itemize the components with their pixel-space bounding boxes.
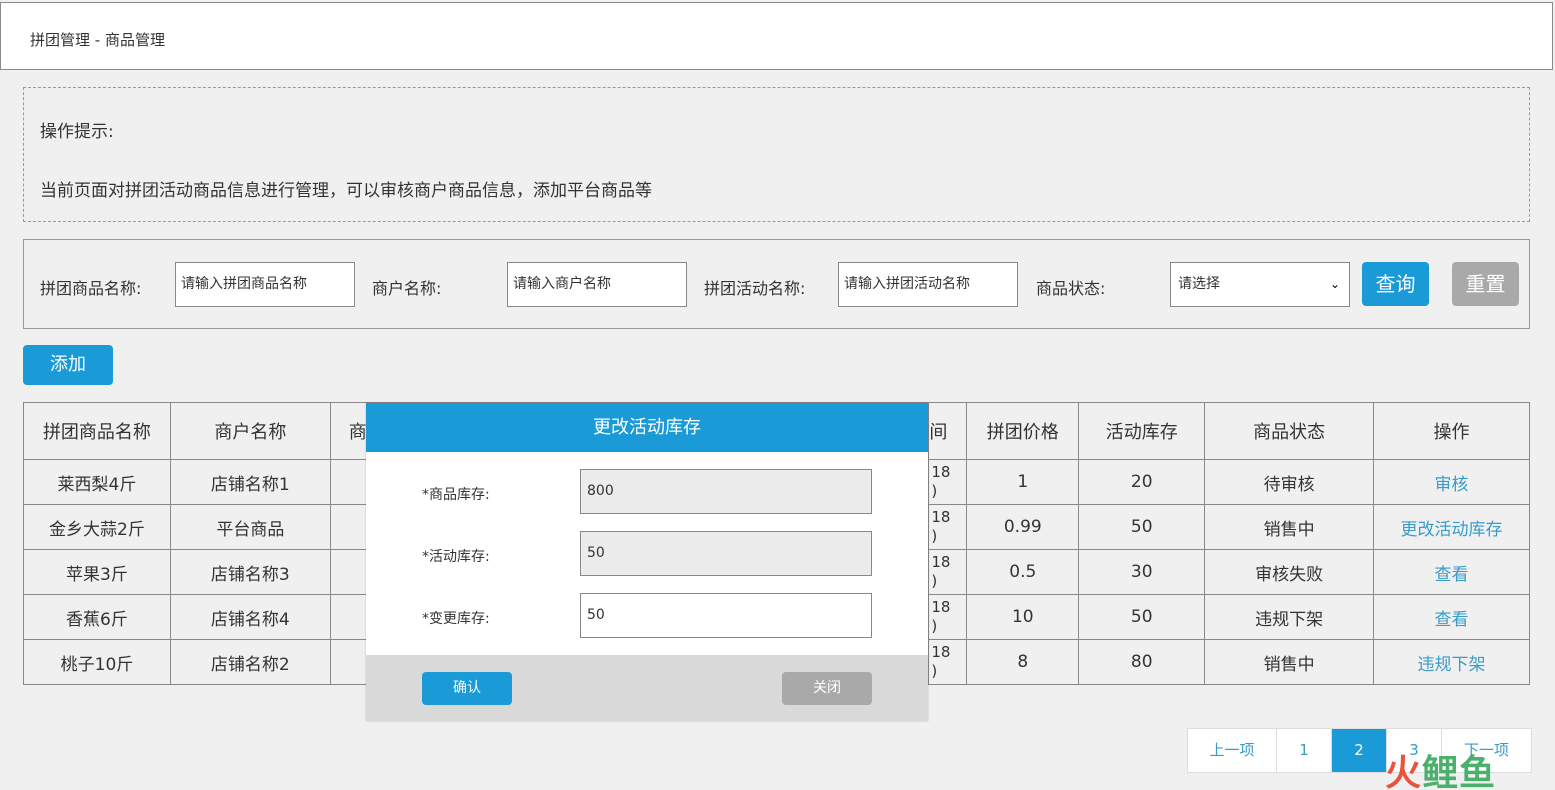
dialog-footer: 确认 关闭: [366, 655, 928, 721]
cell-merchant: 店铺名称2: [169, 639, 331, 685]
col-merchant-name: 商户名称: [169, 402, 331, 460]
page-button-2[interactable]: 2: [1332, 729, 1387, 772]
cell-goods-name: 香蕉6斤: [23, 594, 171, 640]
col-price: 拼团价格: [966, 402, 1080, 460]
col-goods-name: 拼团商品名称: [23, 402, 171, 460]
change-stock-input[interactable]: 50: [580, 593, 872, 638]
goods-name-input[interactable]: 请输入拼团商品名称: [175, 262, 355, 307]
top-header: 拼团管理 - 商品管理: [0, 2, 1553, 70]
cell-status: 违规下架: [1204, 594, 1375, 640]
cell-price: 0.99: [966, 504, 1080, 550]
reset-button[interactable]: 重置: [1452, 262, 1519, 306]
close-button[interactable]: 关闭: [782, 672, 872, 705]
tips-title: 操作提示:: [40, 122, 114, 142]
cell-time: 18 ): [928, 639, 968, 685]
cell-stock: 30: [1078, 549, 1206, 595]
cell-goods-name: 桃子10斤: [23, 639, 171, 685]
status-select[interactable]: 请选择 ⌄: [1170, 262, 1350, 307]
cell-goods-name: 金乡大蒜2斤: [23, 504, 171, 550]
cell-merchant: 店铺名称1: [169, 459, 331, 505]
col-actions: 操作: [1373, 402, 1530, 460]
col-stock: 活动库存: [1078, 402, 1206, 460]
col-time: 间: [928, 402, 968, 460]
activity-name-label: 拼团活动名称:: [704, 279, 806, 298]
goods-stock-label: *商品库存:: [422, 487, 490, 503]
col-status: 商品状态: [1204, 402, 1375, 460]
status-label: 商品状态:: [1036, 279, 1106, 298]
confirm-button[interactable]: 确认: [422, 672, 512, 705]
merchant-name-input[interactable]: 请输入商户名称: [507, 262, 687, 307]
cell-merchant: 店铺名称4: [169, 594, 331, 640]
goods-name-label: 拼团商品名称:: [40, 279, 142, 298]
prev-page-button[interactable]: 上一项: [1188, 729, 1277, 772]
breadcrumb: 拼团管理 - 商品管理: [30, 31, 165, 49]
action-link[interactable]: 查看: [1373, 594, 1530, 640]
action-link[interactable]: 查看: [1373, 549, 1530, 595]
cell-price: 1: [966, 459, 1080, 505]
page-button-1[interactable]: 1: [1277, 729, 1332, 772]
cell-goods-name: 莱西梨4斤: [23, 459, 171, 505]
goods-stock-field: 800: [580, 469, 872, 514]
dialog-title: 更改活动库存: [366, 403, 928, 452]
query-button[interactable]: 查询: [1362, 262, 1429, 306]
cell-time: 18 ): [928, 594, 968, 640]
cell-status: 待审核: [1204, 459, 1375, 505]
cell-status: 销售中: [1204, 504, 1375, 550]
activity-stock-field: 50: [580, 531, 872, 576]
change-stock-label: *变更库存:: [422, 611, 490, 627]
status-select-value: 请选择: [1178, 276, 1220, 292]
cell-price: 10: [966, 594, 1080, 640]
tips-panel: 操作提示: 当前页面对拼团活动商品信息进行管理，可以审核商户商品信息，添加平台商…: [23, 87, 1530, 222]
cell-stock: 20: [1078, 459, 1206, 505]
cell-time: 18 ): [928, 549, 968, 595]
cell-merchant: 店铺名称3: [169, 549, 331, 595]
action-link[interactable]: 更改活动库存: [1373, 504, 1530, 550]
cell-time: 18 ): [928, 504, 968, 550]
cell-price: 8: [966, 639, 1080, 685]
cell-merchant: 平台商品: [169, 504, 331, 550]
action-link[interactable]: 违规下架: [1373, 639, 1530, 685]
cell-stock: 50: [1078, 594, 1206, 640]
tips-description: 当前页面对拼团活动商品信息进行管理，可以审核商户商品信息，添加平台商品等: [40, 181, 652, 201]
cell-price: 0.5: [966, 549, 1080, 595]
col-activity-name: 商: [329, 402, 368, 460]
cell-goods-name: 苹果3斤: [23, 549, 171, 595]
activity-name-input[interactable]: 请输入拼团活动名称: [838, 262, 1018, 307]
search-panel: 拼团商品名称: 请输入拼团商品名称 商户名称: 请输入商户名称 拼团活动名称: …: [23, 239, 1530, 329]
action-link[interactable]: 审核: [1373, 459, 1530, 505]
cell-stock: 50: [1078, 504, 1206, 550]
merchant-name-label: 商户名称:: [372, 279, 442, 298]
add-button[interactable]: 添加: [23, 345, 113, 385]
activity-stock-label: *活动库存:: [422, 549, 490, 565]
watermark-logo: 火鲤鱼: [1385, 753, 1497, 790]
cell-time: 18 ): [928, 459, 968, 505]
cell-status: 销售中: [1204, 639, 1375, 685]
change-stock-dialog: 更改活动库存 *商品库存: 800 *活动库存: 50 *变更库存: 50 确认…: [366, 403, 928, 721]
cell-stock: 80: [1078, 639, 1206, 685]
chevron-down-icon: ⌄: [1329, 277, 1340, 291]
cell-status: 审核失败: [1204, 549, 1375, 595]
